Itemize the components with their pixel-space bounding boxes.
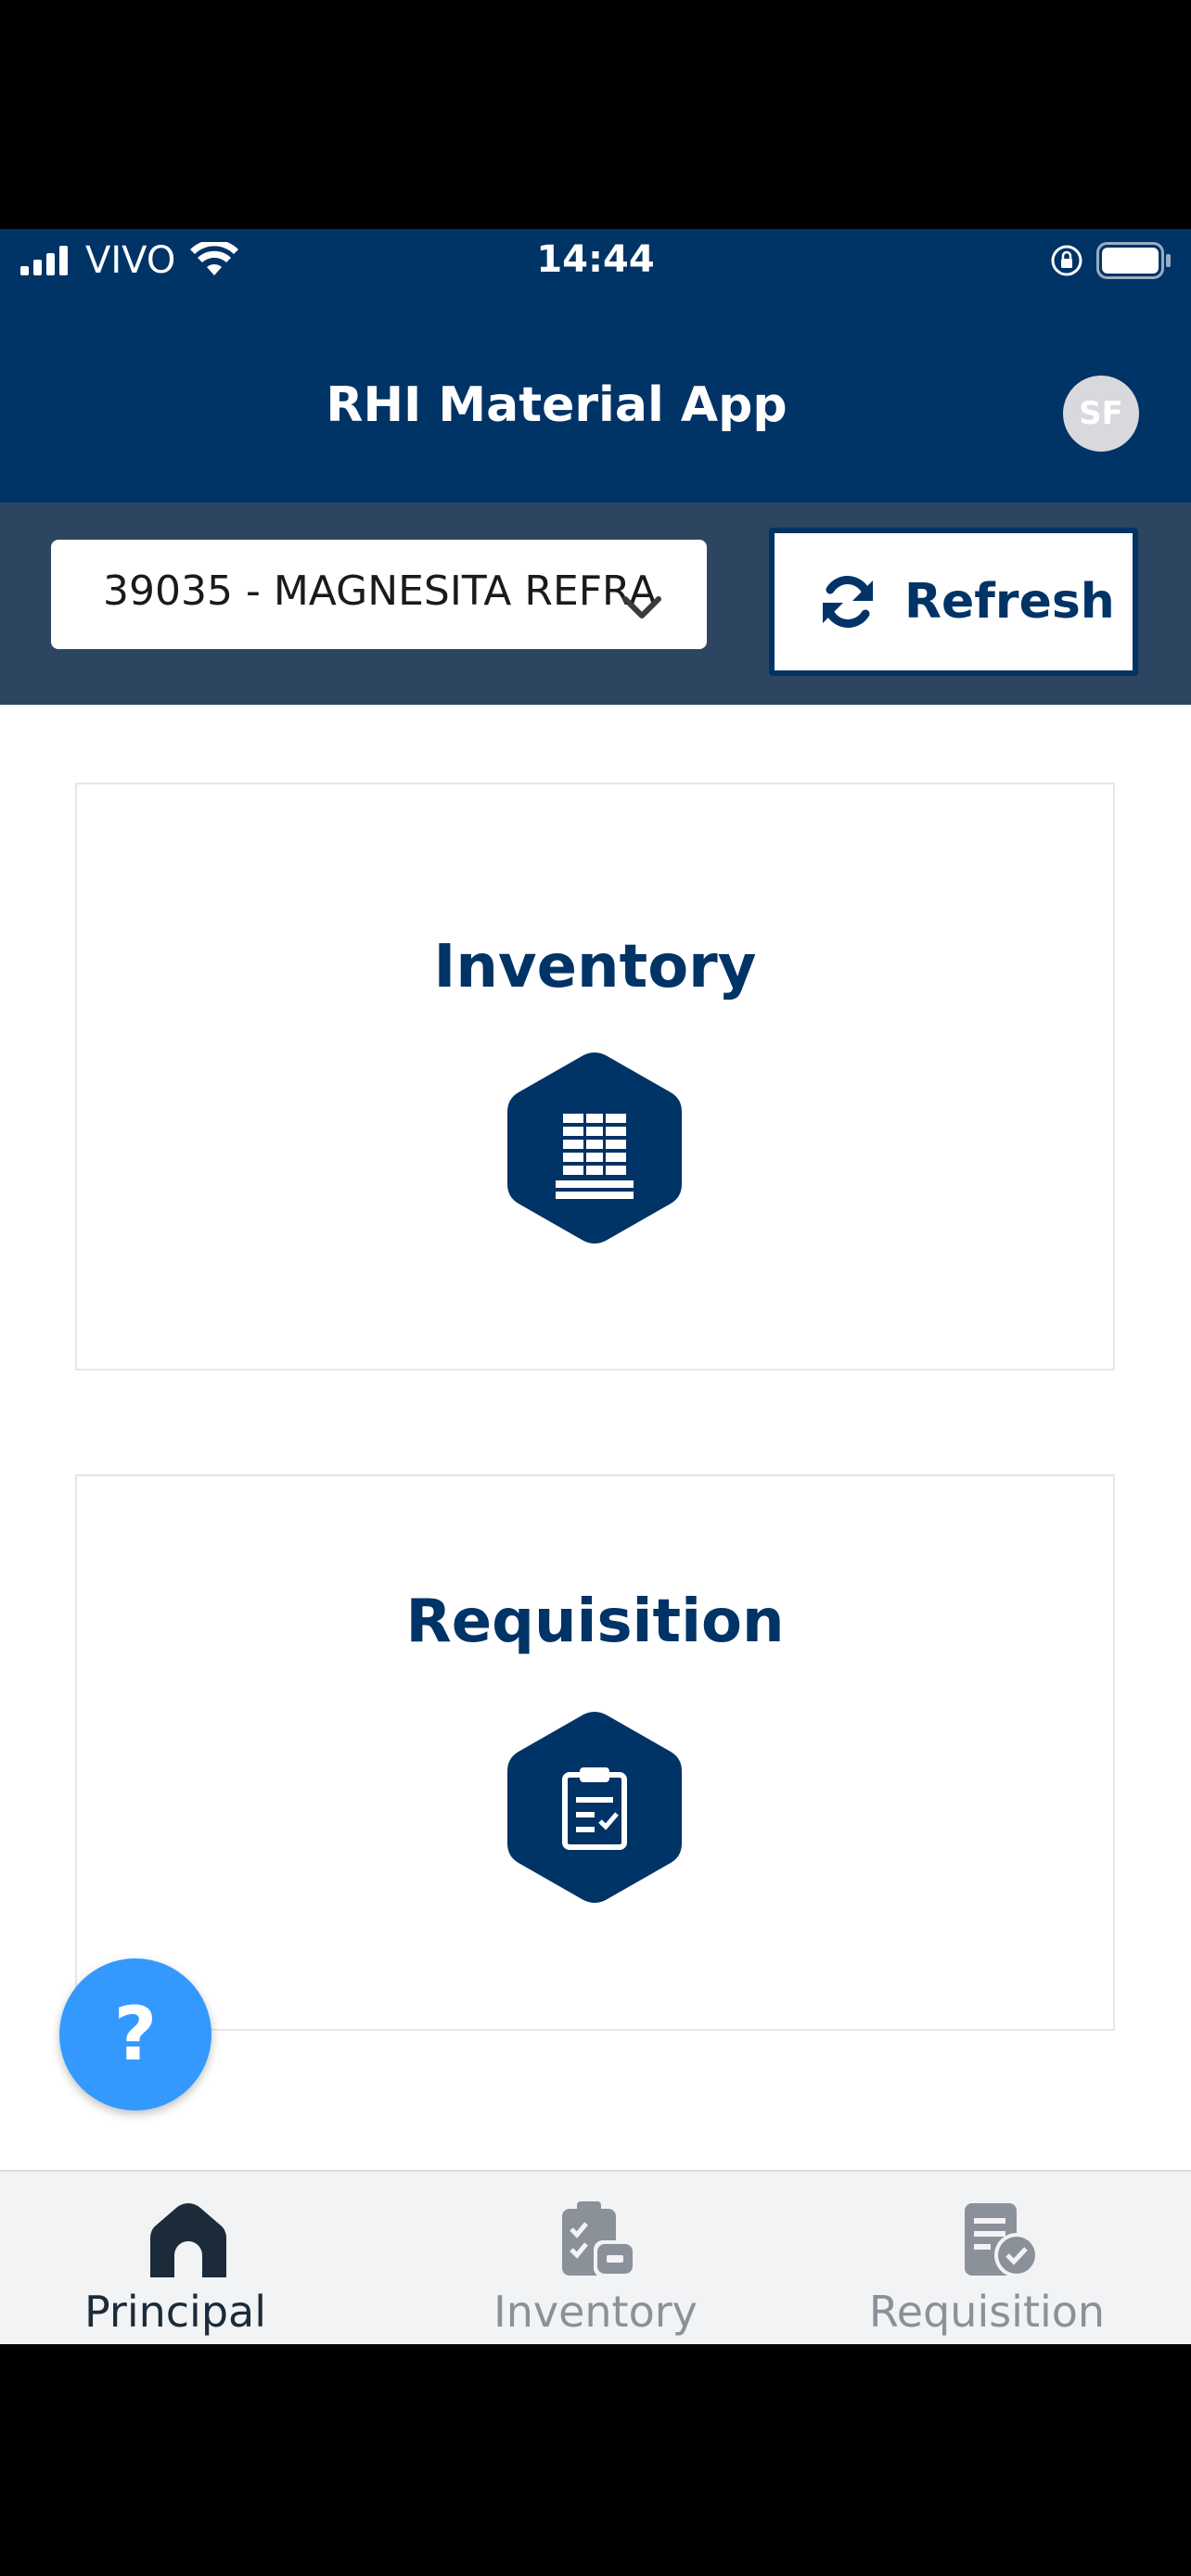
inventory-card-title: Inventory	[433, 933, 757, 1001]
requisition-card[interactable]: Requisition	[75, 1474, 1115, 2031]
app-header: RHI Material App SF	[0, 294, 1191, 503]
tab-requisition-label: Requisition	[868, 2287, 1106, 2337]
tab-principal-label: Principal	[83, 2287, 267, 2337]
chevron-down-icon	[622, 596, 661, 618]
avatar[interactable]: SF	[1063, 376, 1139, 452]
tab-inventory-label: Inventory	[493, 2287, 698, 2337]
plant-select-value: 39035 - MAGNESITA REFRA	[103, 567, 657, 615]
refresh-icon	[823, 576, 873, 628]
page-title: RHI Material App	[326, 377, 788, 433]
main-content: Inventory Requisition ?	[0, 705, 1191, 2170]
status-time: 14:44	[536, 238, 655, 281]
inventory-card[interactable]: Inventory	[75, 783, 1115, 1371]
tab-principal[interactable]: Principal	[0, 2172, 397, 2346]
requisition-icon	[965, 2203, 1039, 2277]
tab-inventory[interactable]: Inventory	[397, 2172, 794, 2346]
rotation-lock-icon	[1051, 245, 1082, 276]
refresh-label: Refresh	[904, 574, 1115, 630]
inventory-icon	[562, 2201, 636, 2277]
plant-select[interactable]: 39035 - MAGNESITA REFRA	[51, 540, 707, 649]
battery-icon	[1096, 242, 1171, 279]
requisition-card-title: Requisition	[405, 1588, 785, 1656]
app-screen: VIVO 14:44 RHI Material App SF 39035 - M…	[0, 0, 1191, 2576]
clipboard-check-icon	[507, 1712, 682, 1903]
help-button[interactable]: ?	[59, 1958, 211, 2111]
tab-requisition[interactable]: Requisition	[794, 2172, 1191, 2346]
bottom-tab-bar: Principal Inventory Requisition	[0, 2170, 1191, 2344]
refresh-button[interactable]: Refresh	[769, 528, 1138, 676]
pallet-stack-icon	[507, 1052, 682, 1243]
status-bar: VIVO 14:44	[0, 229, 1191, 294]
toolbar: 39035 - MAGNESITA REFRA Refresh	[0, 503, 1191, 705]
home-icon	[150, 2203, 226, 2277]
